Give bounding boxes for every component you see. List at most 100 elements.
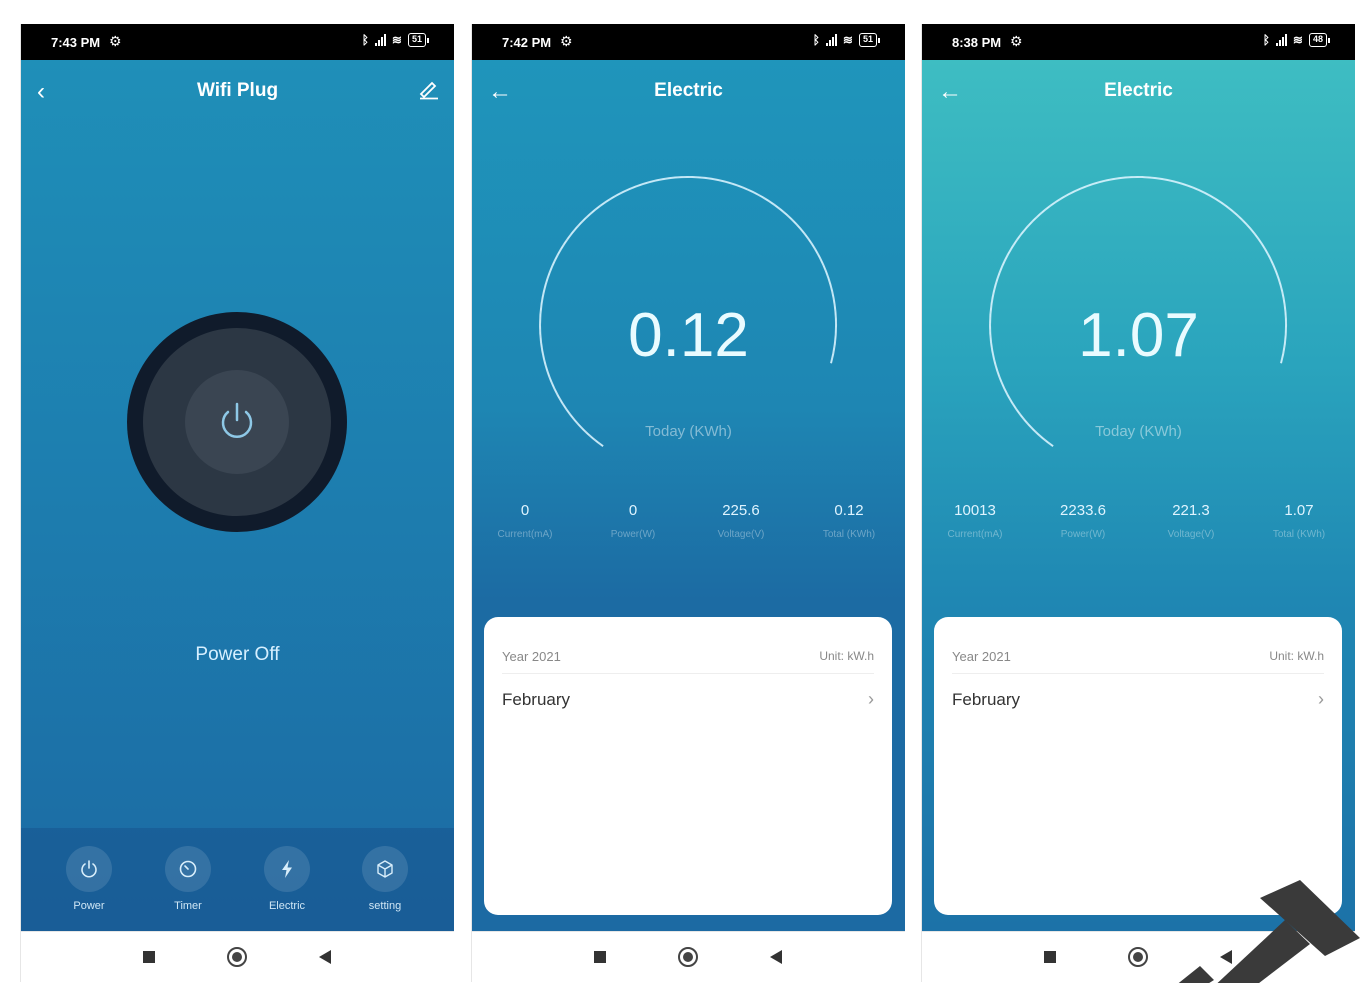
- android-nav-bar: [21, 931, 454, 982]
- stat-value: 10013: [954, 502, 996, 519]
- status-icons: ᛒ ≋ 51: [812, 33, 881, 47]
- signal-icon: [825, 34, 837, 46]
- divider: [502, 673, 874, 674]
- tab-setting[interactable]: setting: [350, 846, 420, 912]
- stat-power: 2233.6 Power(W): [1028, 502, 1138, 540]
- recent-apps-button[interactable]: [143, 951, 155, 963]
- bluetooth-icon: ᛒ: [361, 33, 369, 47]
- bottom-tab-bar: Power Timer Electric setting: [21, 828, 454, 931]
- bluetooth-icon: ᛒ: [1262, 33, 1270, 47]
- electric-screen: ← Electric 1.07 Today (KWh) 10013 Current…: [922, 60, 1355, 931]
- home-button[interactable]: [678, 947, 698, 967]
- status-bar: 8:38 PM ⚙ ᛒ ≋ 48: [922, 24, 1355, 60]
- stat-voltage: 221.3 Voltage(V): [1136, 502, 1246, 540]
- tab-label: Electric: [268, 900, 306, 912]
- tab-label: Power: [73, 900, 105, 912]
- screenshot-stage: 7:43 PM ⚙ ᛒ ≋ 51 ‹ Wifi Plug Power Off P…: [0, 0, 1362, 983]
- stats-row: 10013 Current(mA) 2233.6 Power(W) 221.3 Vol…: [922, 502, 1355, 542]
- bluetooth-icon: ᛒ: [812, 33, 820, 47]
- stat-current: 10013 Current(mA): [922, 502, 1030, 540]
- today-energy-value: 0.12: [628, 301, 749, 370]
- tab-label: Timer: [174, 900, 202, 912]
- chevron-right-icon[interactable]: ›: [868, 689, 874, 710]
- signal-icon: [1275, 34, 1287, 46]
- monthly-usage-card: Year 2021 Unit: kW.h February ›: [484, 617, 892, 915]
- settings-gear-icon: ⚙: [109, 33, 122, 49]
- stat-value: 2233.6: [1060, 502, 1106, 519]
- status-time: 7:43 PM: [51, 35, 101, 50]
- unit-label: Unit: kW.h: [819, 649, 874, 663]
- status-bar: 7:43 PM ⚙ ᛒ ≋ 51: [21, 24, 454, 60]
- stat-power: 0 Power(W): [578, 502, 688, 540]
- tab-electric[interactable]: Electric: [252, 846, 322, 912]
- today-energy-label: Today (KWh): [645, 423, 732, 440]
- edit-pencil-icon[interactable]: [418, 78, 440, 105]
- month-row[interactable]: February: [952, 690, 1020, 710]
- stat-value: 0: [520, 502, 530, 519]
- back-button[interactable]: [1220, 950, 1232, 964]
- status-time: 8:38 PM: [952, 35, 1002, 50]
- monthly-usage-card: Year 2021 Unit: kW.h February ›: [934, 617, 1342, 915]
- phone-electric-1: 7:42 PM ⚙ ᛒ ≋ 51 ← Electric 0.12 Today (…: [471, 24, 905, 982]
- year-label: Year 2021: [952, 649, 1011, 664]
- power-state-label: Power Off: [195, 644, 280, 665]
- recent-apps-button[interactable]: [1044, 951, 1056, 963]
- stat-total: 0.12 Total (KWh): [794, 502, 904, 540]
- stat-voltage: 225.6 Voltage(V): [686, 502, 796, 540]
- tab-power[interactable]: Power: [54, 846, 124, 912]
- phone-electric-2: 8:38 PM ⚙ ᛒ ≋ 48 ← Electric 1.07 Today (…: [921, 24, 1355, 982]
- stat-label: Voltage(V): [717, 529, 765, 540]
- stats-row: 0 Current(mA) 0 Power(W) 225.6 Voltage(V) 0…: [472, 502, 905, 542]
- status-icons: ᛒ ≋ 48: [1262, 33, 1331, 47]
- stat-label: Current(mA): [497, 529, 553, 540]
- recent-apps-button[interactable]: [594, 951, 606, 963]
- cube-icon: [362, 846, 408, 892]
- stat-total: 1.07 Total (KWh): [1244, 502, 1354, 540]
- timer-icon: [165, 846, 211, 892]
- stat-label: Power(W): [610, 529, 656, 540]
- phone-wifi-plug: 7:43 PM ⚙ ᛒ ≋ 51 ‹ Wifi Plug Power Off P…: [20, 24, 454, 982]
- status-bar: 7:42 PM ⚙ ᛒ ≋ 51: [472, 24, 905, 60]
- electric-screen: ← Electric 0.12 Today (KWh) 0 Current(mA)…: [472, 60, 905, 931]
- status-icons: ᛒ ≋ 51: [361, 33, 430, 47]
- year-label: Year 2021: [502, 649, 561, 664]
- lightning-icon: [264, 846, 310, 892]
- power-button-ring: [143, 328, 331, 516]
- stat-value: 0: [628, 502, 638, 519]
- unit-label: Unit: kW.h: [1269, 649, 1324, 663]
- android-nav-bar: [922, 931, 1355, 982]
- home-button[interactable]: [227, 947, 247, 967]
- android-nav-bar: [472, 931, 905, 982]
- chevron-right-icon[interactable]: ›: [1318, 689, 1324, 710]
- status-time: 7:42 PM: [502, 35, 552, 50]
- stat-label: Total (KWh): [822, 529, 876, 540]
- today-energy-label: Today (KWh): [1095, 423, 1182, 440]
- wifi-icon: ≋: [1292, 33, 1303, 47]
- wifi-icon: ≋: [842, 33, 853, 47]
- power-icon: [221, 402, 253, 438]
- back-button[interactable]: [770, 950, 782, 964]
- month-row[interactable]: February: [502, 690, 570, 710]
- page-title: Electric: [654, 80, 723, 101]
- wifi-icon: ≋: [391, 33, 402, 47]
- battery-icon: 51: [407, 33, 430, 47]
- stat-value: 221.3: [1172, 502, 1210, 519]
- stat-current: 0 Current(mA): [472, 502, 580, 540]
- stat-value: 225.6: [722, 502, 760, 519]
- page-title: Electric: [1104, 80, 1173, 101]
- stat-value: 0.12: [834, 502, 864, 519]
- settings-gear-icon: ⚙: [560, 33, 573, 49]
- divider: [952, 673, 1324, 674]
- battery-icon: 48: [1308, 33, 1331, 47]
- back-button[interactable]: [319, 950, 331, 964]
- stat-label: Power(W): [1060, 529, 1106, 540]
- signal-icon: [374, 34, 386, 46]
- power-button-core: [185, 370, 289, 474]
- page-title: Wifi Plug: [196, 80, 279, 101]
- tab-timer[interactable]: Timer: [153, 846, 223, 912]
- power-button[interactable]: [127, 312, 347, 532]
- power-icon: [66, 846, 112, 892]
- battery-icon: 51: [858, 33, 881, 47]
- home-button[interactable]: [1128, 947, 1148, 967]
- stat-label: Voltage(V): [1167, 529, 1215, 540]
